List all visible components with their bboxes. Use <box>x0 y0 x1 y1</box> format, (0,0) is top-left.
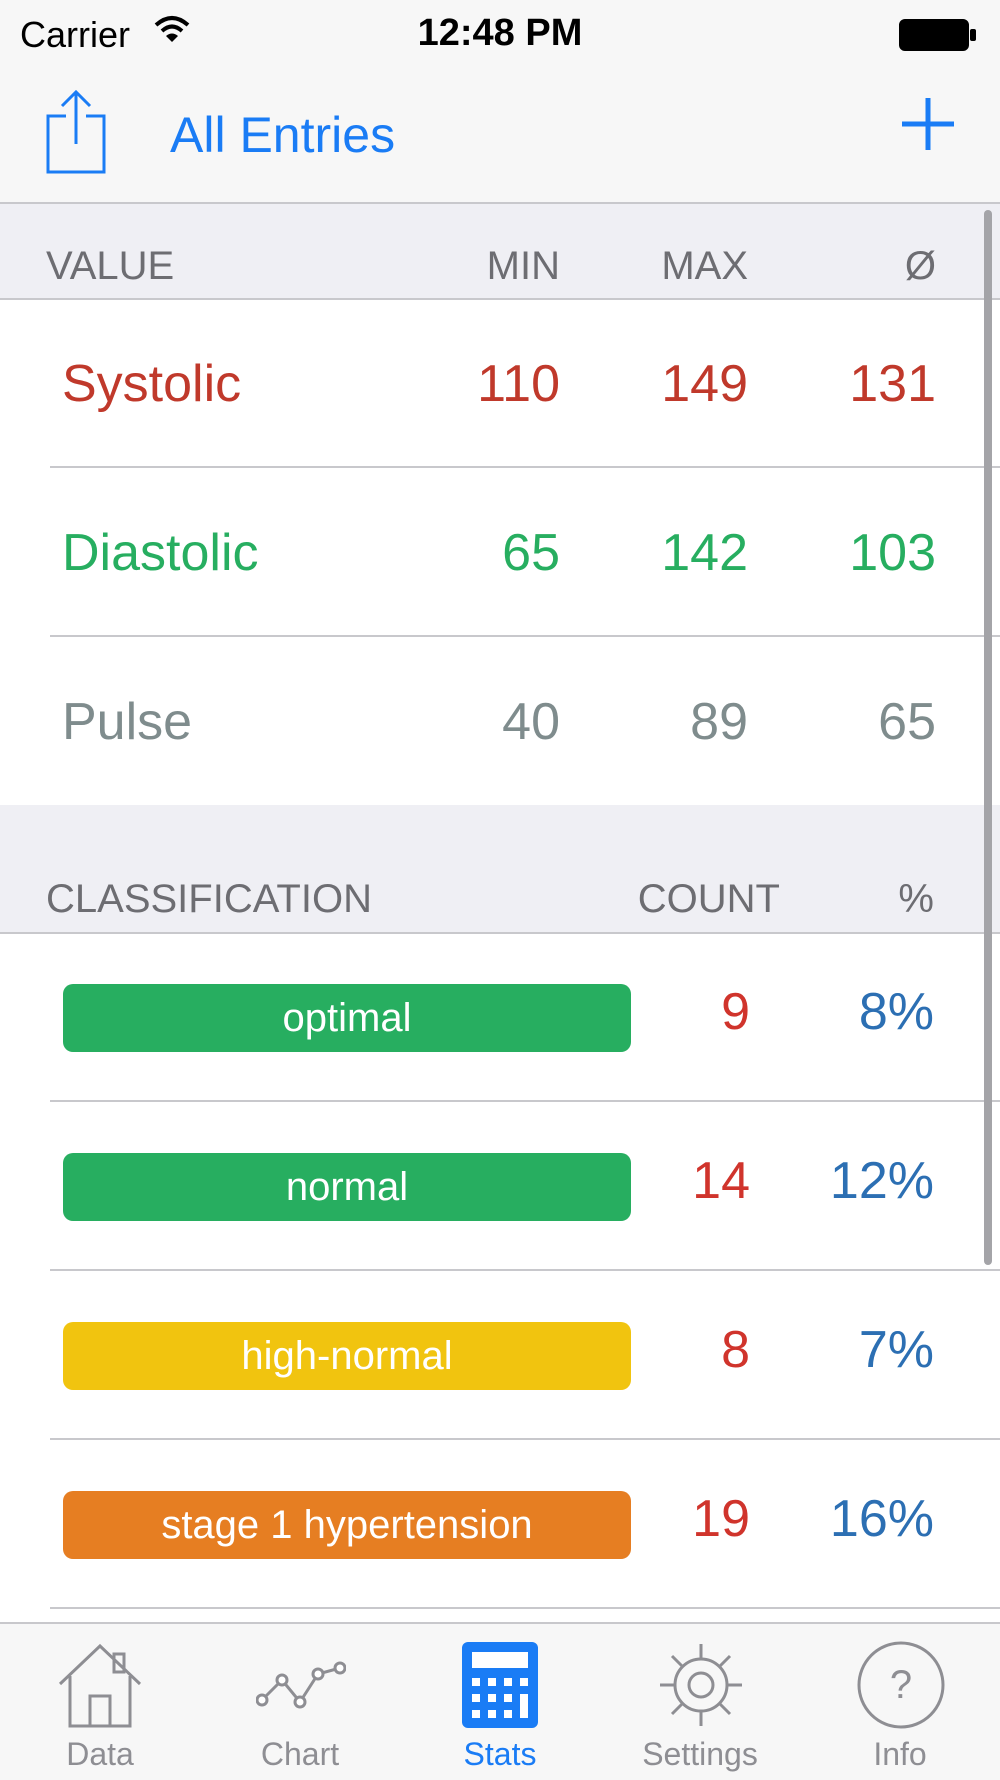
tab-data[interactable]: Data <box>0 1624 200 1780</box>
scrollbar[interactable] <box>984 210 992 1265</box>
tab-settings-label: Settings <box>642 1736 758 1772</box>
count-column-header: COUNT <box>637 877 780 921</box>
row-separator <box>50 1100 1000 1102</box>
status-time: 12:48 PM <box>417 12 583 54</box>
classification-row: stage 1 hypertension 19 16% <box>0 1441 1000 1609</box>
classification-row: normal 14 12% <box>0 1103 1000 1271</box>
max-value: 89 <box>690 693 748 751</box>
classification-row: optimal 9 8% <box>0 934 1000 1102</box>
tab-chart-label: Chart <box>260 1736 340 1772</box>
tab-settings[interactable]: Settings <box>600 1624 800 1780</box>
average-column-header: Ø <box>904 244 936 288</box>
tab-chart[interactable]: Chart <box>200 1624 400 1780</box>
stats-row-systolic: Systolic 110 149 131 <box>0 300 1000 468</box>
percent-value: 16% <box>829 1490 934 1548</box>
svg-text:?: ? <box>890 1663 912 1707</box>
percent-value: 7% <box>858 1321 934 1379</box>
row-separator <box>50 1607 1000 1609</box>
tab-data-label: Data <box>66 1736 134 1772</box>
min-column-header: MIN <box>486 244 560 288</box>
line-chart-icon <box>256 1661 346 1709</box>
battery-icon <box>898 18 978 57</box>
question-icon: ? <box>857 1641 945 1729</box>
count-value: 8 <box>721 1321 750 1379</box>
max-value: 149 <box>661 355 748 413</box>
average-value: 131 <box>849 355 936 413</box>
nav-title[interactable]: All Entries <box>170 106 395 164</box>
classification-column-header: CLASSIFICATION <box>46 877 372 921</box>
classification-badge: stage 1 hypertension <box>63 1491 631 1559</box>
calculator-icon <box>462 1642 538 1728</box>
min-value: 40 <box>502 693 560 751</box>
stats-row-diastolic: Diastolic 65 142 103 <box>0 469 1000 637</box>
percent-column-header: % <box>898 877 934 921</box>
gear-icon <box>660 1644 742 1726</box>
percent-value: 8% <box>858 983 934 1041</box>
row-label: Pulse <box>62 693 193 751</box>
row-label: Systolic <box>62 355 242 413</box>
navigation-bar: All Entries <box>0 66 1000 204</box>
tab-stats-label: Stats <box>463 1736 537 1772</box>
min-value: 65 <box>502 524 560 582</box>
value-column-header: VALUE <box>46 244 175 288</box>
house-icon <box>58 1643 142 1728</box>
classification-badge: normal <box>63 1153 631 1221</box>
max-column-header: MAX <box>661 244 748 288</box>
tab-bar: Data Chart Stats Settings ? Info <box>0 1622 1000 1780</box>
row-separator <box>50 1269 1000 1271</box>
tab-stats[interactable]: Stats <box>400 1624 600 1780</box>
row-label: Diastolic <box>62 524 259 582</box>
count-value: 14 <box>692 1152 750 1210</box>
share-icon[interactable] <box>44 88 108 181</box>
average-value: 65 <box>878 693 936 751</box>
add-icon[interactable] <box>900 96 956 157</box>
row-separator <box>50 635 1000 637</box>
count-value: 9 <box>721 983 750 1041</box>
status-bar: Carrier 12:48 PM <box>0 0 1000 66</box>
percent-value: 12% <box>829 1152 934 1210</box>
average-value: 103 <box>849 524 936 582</box>
tab-info-label: Info <box>873 1736 927 1772</box>
count-value: 19 <box>692 1490 750 1548</box>
row-separator <box>50 1438 1000 1440</box>
min-value: 110 <box>477 355 560 413</box>
stats-row-pulse: Pulse 40 89 65 <box>0 638 1000 806</box>
max-value: 142 <box>661 524 748 582</box>
classification-row: high-normal 8 7% <box>0 1272 1000 1440</box>
values-header: VALUE MIN MAX Ø <box>0 204 1000 300</box>
tab-info[interactable]: ? Info <box>800 1624 1000 1780</box>
classification-badge: optimal <box>63 984 631 1052</box>
classification-badge: high-normal <box>63 1322 631 1390</box>
row-separator <box>50 466 1000 468</box>
classification-header: CLASSIFICATION COUNT % <box>0 805 1000 934</box>
